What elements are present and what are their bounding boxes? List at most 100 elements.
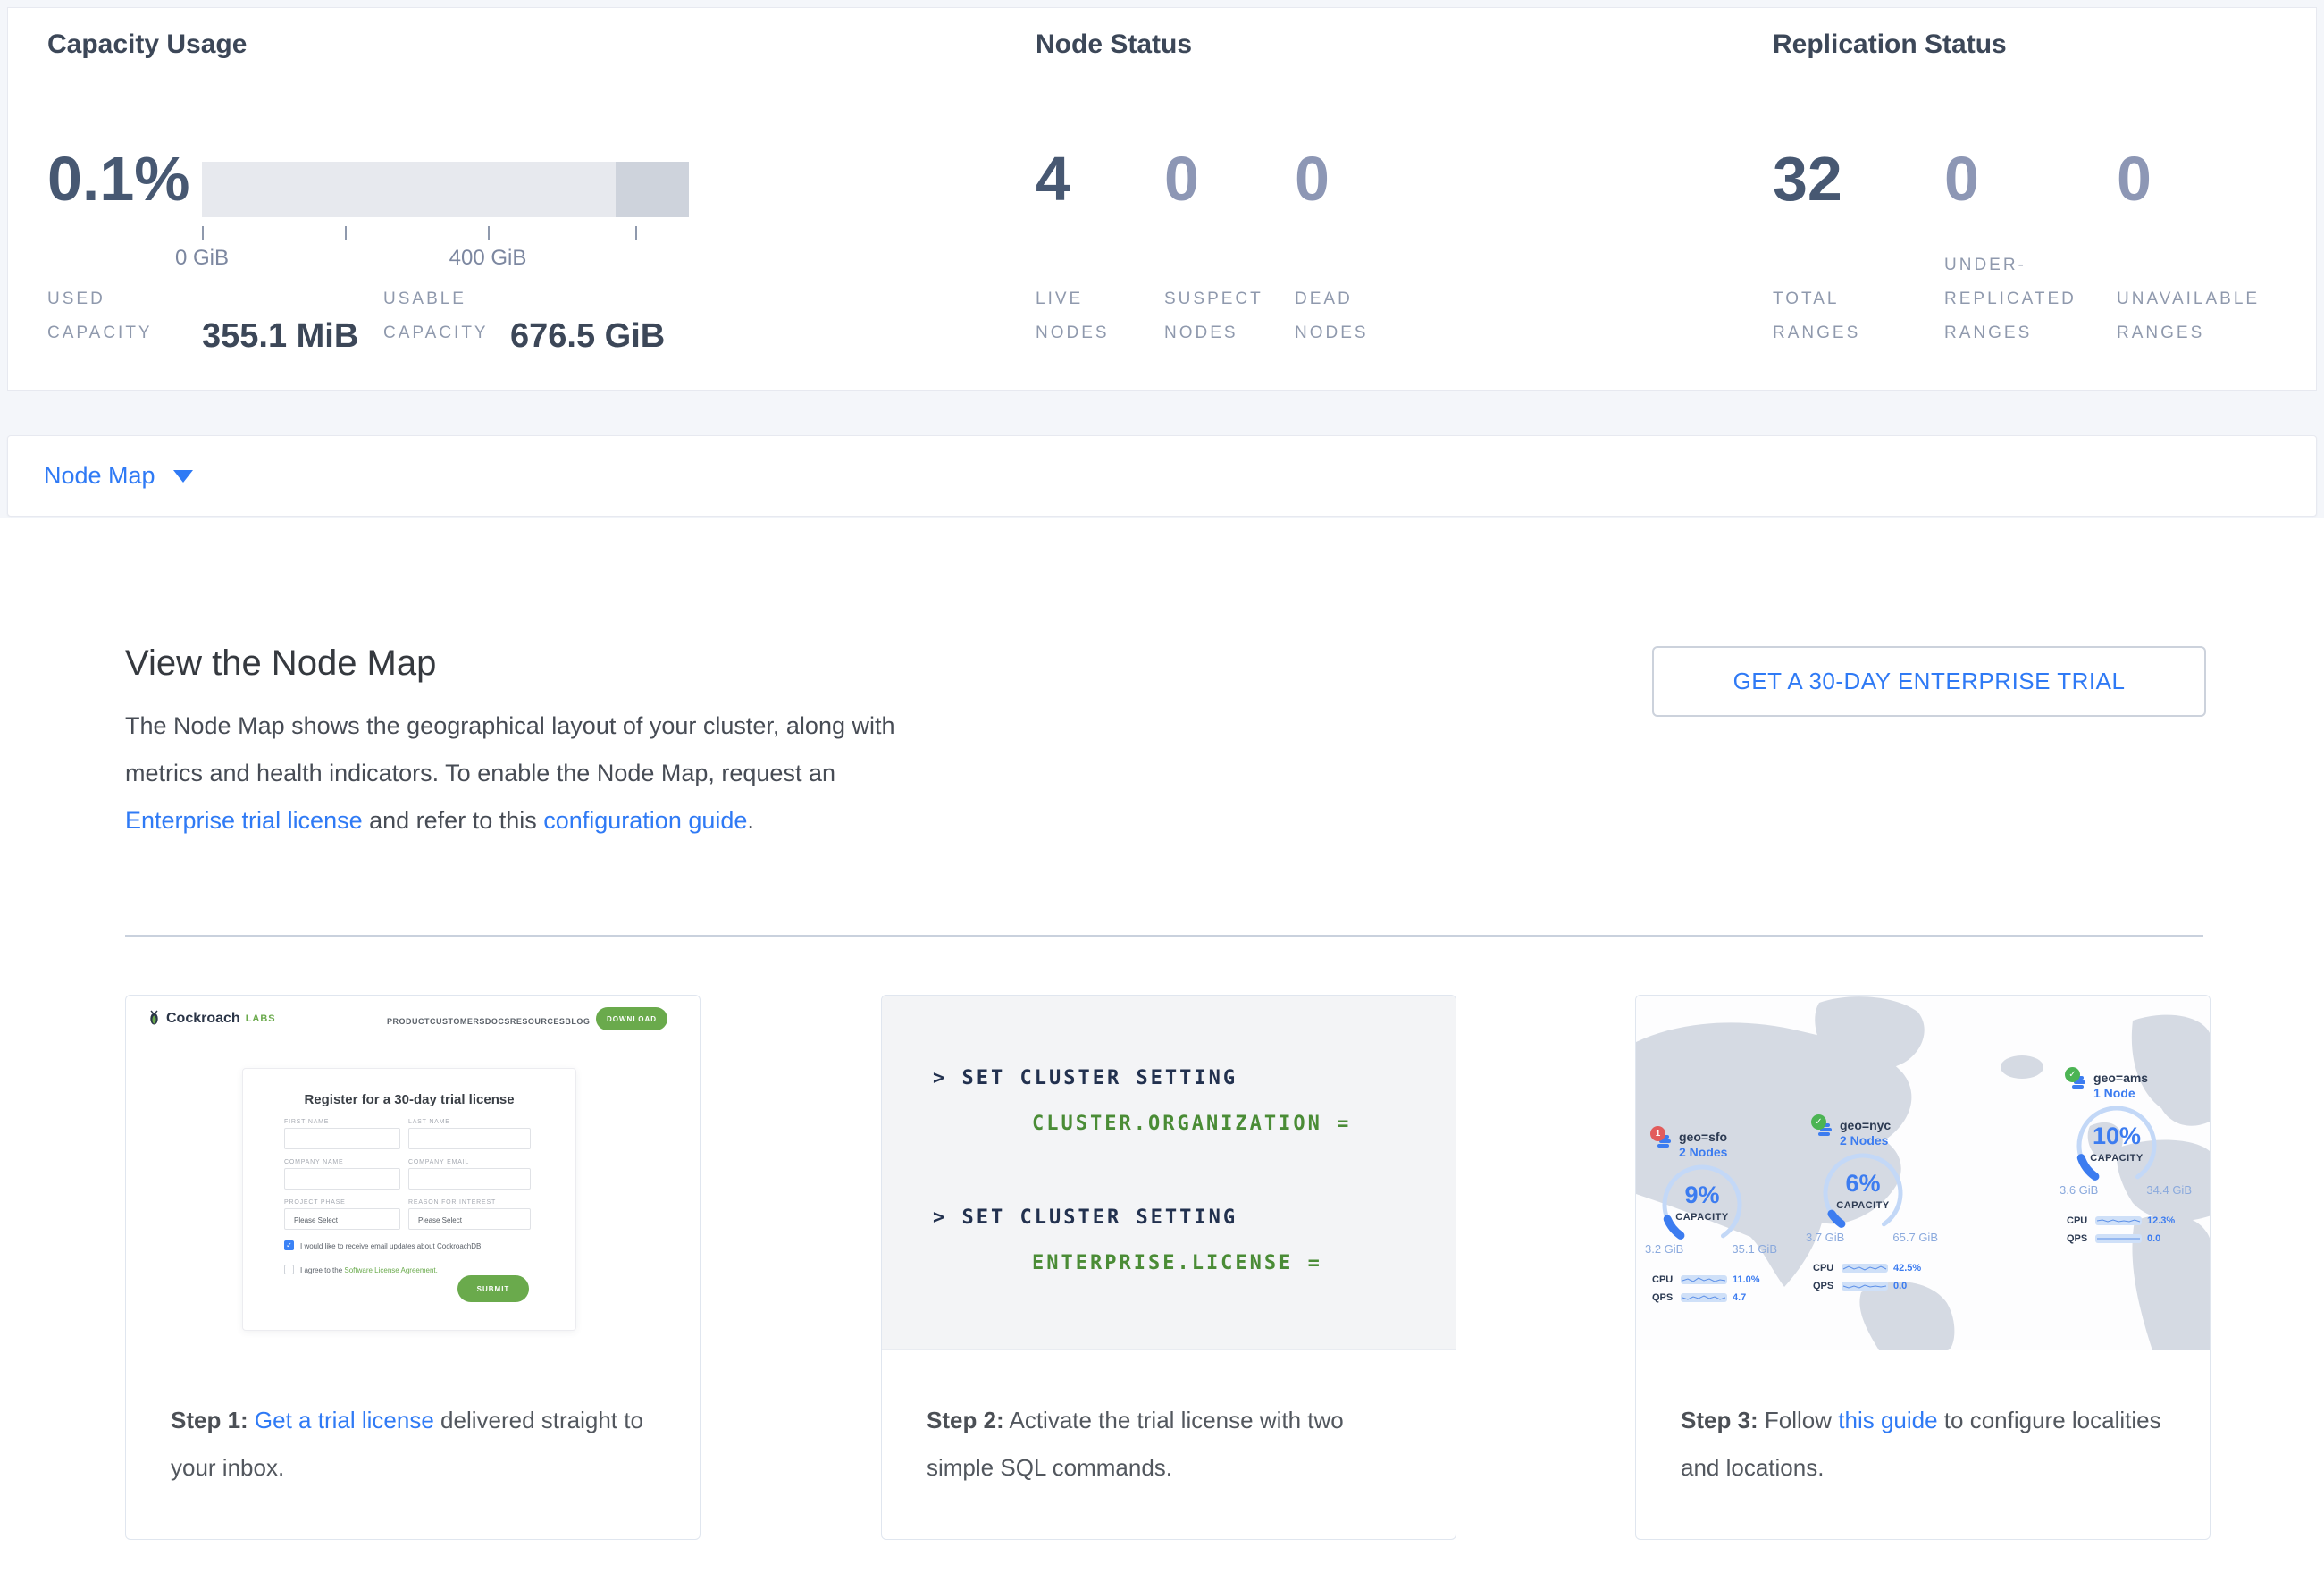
reason-for-interest-label: REASON FOR INTEREST: [408, 1199, 496, 1206]
capacity-gauge: 6% CAPACITY: [1820, 1150, 1906, 1236]
used-capacity-value: 355.1 MiB: [202, 317, 358, 356]
last-name-label: LAST NAME: [408, 1119, 450, 1125]
node-map-enablement-section: View the Node Map The Node Map shows the…: [0, 518, 2324, 1589]
node-map-dropdown[interactable]: Node Map: [44, 462, 193, 490]
project-phase-select[interactable]: Please Select: [284, 1208, 400, 1230]
replication-status-title: Replication Status: [1773, 29, 2007, 60]
software-license-agreement-link[interactable]: Software License Agreement.: [344, 1266, 438, 1274]
node-status-title: Node Status: [1036, 29, 1192, 60]
cpu-sparkline-icon: [2095, 1216, 2142, 1225]
section-divider: [125, 935, 2203, 937]
email-updates-checkbox[interactable]: ✓: [284, 1240, 294, 1250]
under-replicated-ranges-label: UNDER- REPLICATED RANGES: [1944, 248, 2076, 350]
capacity-bar-tail: [616, 162, 689, 217]
get-trial-license-link[interactable]: Get a trial license: [255, 1407, 434, 1433]
qps-metric: QPS 0.0: [1813, 1281, 1956, 1291]
capacity-label: CAPACITY: [2074, 1153, 2160, 1164]
cluster-summary-panel: Capacity Usage 0.1% 0 GiB 400 GiB USED C…: [7, 7, 2317, 391]
usable-capacity-value: 676.5 GiB: [510, 317, 665, 356]
node-map-preview: 1 geo=sfo 2 Nodes 9% CAPACITY: [1636, 996, 2210, 1350]
error-badge: 1: [1650, 1126, 1665, 1141]
nav-resources[interactable]: RESOURCES: [510, 1017, 566, 1026]
dead-nodes-value: 0: [1295, 147, 1330, 210]
node-map-dropdown-label: Node Map: [44, 462, 155, 490]
trial-license-form: Register for a 30-day trial license FIRS…: [242, 1068, 576, 1331]
locality-name: geo=ams: [2093, 1071, 2148, 1085]
capacity-gauge: 9% CAPACITY: [1659, 1162, 1745, 1248]
cpu-metric: CPU 12.3%: [2067, 1215, 2210, 1226]
capacity-range: 3.6 GiB34.4 GiB: [2060, 1183, 2192, 1197]
enterprise-trial-license-link[interactable]: Enterprise trial license: [125, 807, 363, 834]
last-name-field[interactable]: [408, 1128, 531, 1149]
step2-card: > SET CLUSTER SETTING CLUSTER.ORGANIZATI…: [881, 995, 1456, 1540]
capacity-gauge: 10% CAPACITY: [2074, 1103, 2160, 1189]
cpu-metric: CPU 11.0%: [1652, 1274, 1795, 1285]
capacity-axis-ticks: [202, 226, 689, 240]
first-name-field[interactable]: [284, 1128, 400, 1149]
mini-site-nav: PRODUCT CUSTOMERS DOCS RESOURCES BLOG: [387, 1017, 579, 1026]
locality-name: geo=nyc: [1840, 1118, 1891, 1132]
capacity-label: CAPACITY: [1820, 1200, 1906, 1211]
locality-node-count: 2 Nodes: [1679, 1145, 1727, 1159]
live-nodes-label: LIVE NODES: [1036, 282, 1110, 350]
ok-badge: ✓: [2065, 1067, 2080, 1082]
cpu-sparkline-icon: [1681, 1275, 1727, 1284]
locality-node-count: 2 Nodes: [1840, 1133, 1888, 1148]
qps-metric: QPS 4.7: [1652, 1292, 1795, 1303]
usable-capacity-label: USABLE CAPACITY: [383, 282, 489, 350]
company-name-field[interactable]: [284, 1168, 400, 1190]
nav-customers[interactable]: CUSTOMERS: [430, 1017, 485, 1026]
reason-for-interest-select[interactable]: Please Select: [408, 1208, 531, 1230]
used-capacity-label: USED CAPACITY: [47, 282, 153, 350]
nav-docs[interactable]: DOCS: [485, 1017, 510, 1026]
capacity-range: 3.7 GiB65.7 GiB: [1806, 1231, 1938, 1244]
capacity-percent: 0.1%: [47, 147, 190, 210]
chevron-down-icon: [173, 470, 193, 483]
license-agreement-checkbox[interactable]: [284, 1265, 294, 1274]
company-name-label: COMPANY NAME: [284, 1159, 344, 1165]
capacity-range: 3.2 GiB35.1 GiB: [1645, 1242, 1777, 1256]
step1-caption: Step 1: Get a trial license delivered st…: [126, 1350, 700, 1539]
locality-node-count: 1 Node: [2093, 1086, 2135, 1100]
sql-line-3: > SET CLUSTER SETTING: [933, 1206, 1238, 1229]
live-nodes-value: 4: [1036, 147, 1070, 210]
capacity-tick-400: 400 GiB: [449, 246, 527, 271]
suspect-nodes-label: SUSPECT NODES: [1164, 282, 1263, 350]
get-enterprise-trial-button[interactable]: GET A 30-DAY ENTERPRISE TRIAL: [1652, 646, 2206, 717]
this-guide-link[interactable]: this guide: [1838, 1407, 1937, 1433]
cockroach-bug-icon: [147, 1010, 161, 1028]
sql-commands-preview: > SET CLUSTER SETTING CLUSTER.ORGANIZATI…: [882, 996, 1456, 1350]
nav-product[interactable]: PRODUCT: [387, 1017, 430, 1026]
capacity-usage-title: Capacity Usage: [47, 29, 247, 60]
suspect-nodes-value: 0: [1164, 147, 1199, 210]
company-email-field[interactable]: [408, 1168, 531, 1190]
download-button[interactable]: DOWNLOAD: [596, 1007, 667, 1030]
step1-card: Cockroach LABS PRODUCT CUSTOMERS DOCS RE…: [125, 995, 701, 1540]
submit-button[interactable]: SUBMIT: [457, 1275, 529, 1302]
cpu-sparkline-icon: [1842, 1264, 1888, 1273]
first-name-label: FIRST NAME: [284, 1119, 329, 1125]
dead-nodes-label: DEAD NODES: [1295, 282, 1369, 350]
total-ranges-value: 32: [1773, 147, 1842, 210]
nav-blog[interactable]: BLOG: [565, 1017, 590, 1026]
sql-line-2: CLUSTER.ORGANIZATION =: [1032, 1113, 1351, 1135]
email-updates-label: I would like to receive email updates ab…: [300, 1242, 483, 1250]
nodemap-description: The Node Map shows the geographical layo…: [125, 702, 943, 845]
configuration-guide-link[interactable]: configuration guide: [543, 807, 747, 834]
capacity-percent: 9%: [1659, 1181, 1745, 1209]
qps-metric: QPS 0.0: [2067, 1233, 2210, 1244]
view-selector-bar: Node Map: [7, 435, 2317, 517]
license-agreement-label: I agree to the Software License Agreemen…: [300, 1266, 438, 1274]
locality-name: geo=sfo: [1679, 1130, 1727, 1144]
cpu-metric: CPU 42.5%: [1813, 1263, 1956, 1274]
step3-caption: Step 3: Follow this guide to configure l…: [1636, 1350, 2210, 1539]
ok-badge: ✓: [1811, 1114, 1826, 1130]
under-replicated-ranges-value: 0: [1944, 147, 1979, 210]
qps-sparkline-icon: [2095, 1234, 2142, 1243]
total-ranges-label: TOTAL RANGES: [1773, 282, 1860, 350]
capacity-percent: 10%: [2074, 1122, 2160, 1150]
sql-line-4: ENTERPRISE.LICENSE =: [1032, 1252, 1322, 1274]
company-email-label: COMPANY EMAIL: [408, 1159, 469, 1165]
project-phase-label: PROJECT PHASE: [284, 1199, 346, 1206]
qps-sparkline-icon: [1681, 1293, 1727, 1302]
